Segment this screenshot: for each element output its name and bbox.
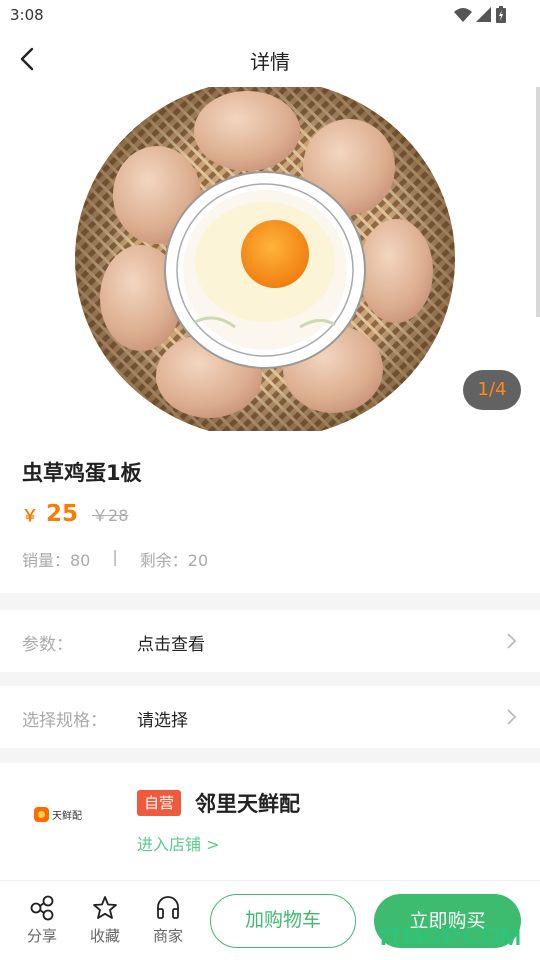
watermark: ITMOP.COM <box>380 923 522 951</box>
current-price: 25 <box>46 501 79 527</box>
status-bar: 3:08 <box>0 0 540 32</box>
product-title: 虫草鸡蛋1板 <box>22 461 142 485</box>
params-row[interactable]: 参数： 点击查看 <box>0 610 540 672</box>
sales-count: 销量：80 <box>22 551 91 570</box>
params-value: 点击查看 <box>137 635 205 655</box>
merchant-button[interactable]: 商家 <box>143 895 193 946</box>
favorite-button[interactable]: 收藏 <box>80 895 130 946</box>
enter-store-link[interactable]: 进入店铺 > <box>137 831 220 855</box>
add-to-cart-button[interactable]: 加购物车 <box>210 894 356 948</box>
stats-row: 销量：80 | 剩余：20 <box>22 547 208 571</box>
favorite-label: 收藏 <box>89 927 120 945</box>
remaining-count: 剩余：20 <box>139 551 209 570</box>
chevron-right-icon <box>507 633 517 649</box>
params-label: 参数： <box>22 635 73 655</box>
page-title: 详情 <box>250 50 290 74</box>
stats-separator: | <box>112 547 118 566</box>
wifi-icon <box>454 7 472 22</box>
scrollbar[interactable] <box>536 87 540 317</box>
star-icon <box>93 896 117 919</box>
currency-symbol: ￥ <box>22 506 39 525</box>
chevron-right-icon <box>507 709 517 725</box>
product-image-carousel[interactable] <box>0 87 540 431</box>
self-operated-badge: 自营 <box>137 790 182 816</box>
headset-icon <box>157 896 179 919</box>
nav-bar: 详情 <box>0 32 540 87</box>
status-time: 3:08 <box>10 6 44 24</box>
store-logo-text: 天鲜配 <box>52 810 82 822</box>
original-price: ￥28 <box>92 506 129 525</box>
share-label: 分享 <box>26 927 57 945</box>
merchant-label: 商家 <box>152 927 183 945</box>
spec-value: 请选择 <box>137 711 188 731</box>
store-logo-mark <box>34 806 49 822</box>
battery-icon <box>496 6 506 23</box>
price-row: ￥ 25 ￥28 <box>22 501 128 527</box>
spec-label: 选择规格： <box>22 711 107 731</box>
status-icons <box>454 6 506 23</box>
spec-row[interactable]: 选择规格： 请选择 <box>0 686 540 748</box>
share-button[interactable]: 分享 <box>17 895 67 946</box>
store-section: 天鲜配 自营 邻里天鲜配 进入店铺 > <box>0 763 540 880</box>
product-info: 虫草鸡蛋1板 ￥ 25 ￥28 销量：80 | 剩余：20 <box>0 431 540 593</box>
store-name: 邻里天鲜配 <box>195 792 300 816</box>
gallery-page-indicator: 1/4 <box>463 370 521 410</box>
share-icon <box>30 895 54 921</box>
signal-icon <box>476 6 491 22</box>
store-logo: 天鲜配 <box>34 803 90 825</box>
product-image <box>0 87 540 431</box>
